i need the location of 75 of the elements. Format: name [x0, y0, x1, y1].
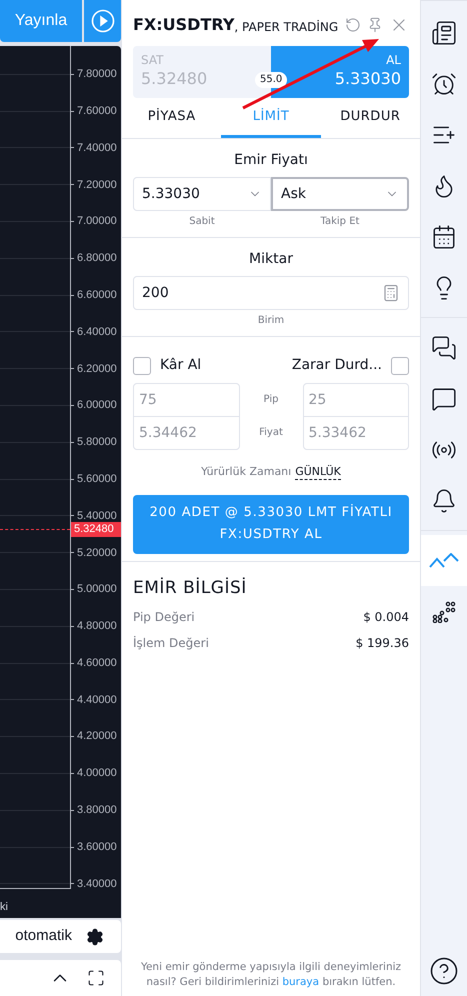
play-icon	[90, 9, 114, 33]
price-input[interactable]: 5.33462	[304, 417, 408, 449]
price-scale-label: 4.40000	[77, 692, 117, 708]
price-select[interactable]: Ask	[271, 177, 409, 211]
price-scale-label: 3.60000	[77, 840, 117, 855]
price-scale-label: 4.20000	[77, 729, 117, 744]
price-scale-label: 7.20000	[77, 178, 117, 193]
info-label: İşlem Değeri	[133, 635, 209, 652]
quantity-label: Miktar	[249, 250, 293, 269]
calendar-icon	[431, 224, 457, 250]
row-label: Fiyat	[258, 426, 284, 440]
pin-icon[interactable]	[367, 17, 383, 33]
price-scale-label: 4.60000	[77, 656, 117, 671]
price-scale-label: 5.60000	[77, 472, 117, 487]
price-select[interactable]: 5.33030	[133, 177, 271, 211]
publish-button[interactable]: Yayınla	[0, 0, 82, 42]
price-scale-label: 5.40000	[77, 508, 117, 524]
checkbox-label: Kâr Al	[160, 356, 202, 375]
pip-input[interactable]: 25	[304, 384, 408, 417]
price-scale-label: 7.60000	[77, 104, 117, 119]
field-caption: Birim	[258, 314, 284, 328]
chat-bubble-icon	[431, 386, 457, 412]
order-price-label: Emir Fiyatı	[234, 151, 308, 170]
account-name: , PAPER TRADİNG	[234, 20, 338, 36]
field-caption: Takip Et	[320, 215, 360, 229]
info-value: $ 0.004	[363, 609, 409, 626]
bell-icon	[431, 488, 457, 514]
chat-bubbles-icon	[431, 334, 457, 360]
help-icon[interactable]	[429, 956, 459, 986]
price-scale-label: 7.80000	[77, 67, 117, 82]
price-scale-label: 3.40000	[77, 876, 117, 888]
price-scale-label: 5.00000	[77, 582, 117, 598]
order-type-tab[interactable]: PİYASA	[122, 98, 222, 138]
pip-input[interactable]: 75	[134, 384, 238, 417]
field-caption: Sabit	[189, 215, 215, 229]
row-label: Pip	[262, 393, 280, 407]
calculator-icon[interactable]	[382, 284, 400, 302]
alarm-clock-icon	[431, 70, 457, 96]
price-scale-label: 6.80000	[77, 251, 117, 266]
price-scale-label: 6.20000	[77, 362, 117, 377]
price-scale-label: 7.40000	[77, 140, 117, 156]
checkbox-label: Zarar Durd...	[292, 356, 382, 375]
dots-icon	[432, 600, 456, 622]
price-scale-label: 6.60000	[77, 288, 117, 303]
checkbox[interactable]	[391, 356, 409, 374]
list-icon	[431, 20, 457, 46]
feedback-link[interactable]: buraya	[282, 976, 320, 988]
fullscreen-icon[interactable]	[87, 969, 105, 987]
price-scale-label: 7.00000	[77, 214, 117, 230]
price-input[interactable]: 5.34462	[134, 417, 238, 449]
checkbox[interactable]	[133, 356, 151, 374]
chart-footer-text: ki	[0, 901, 8, 913]
reset-icon[interactable]	[345, 17, 361, 33]
info-value: $ 199.36	[356, 635, 409, 652]
zigzag-icon	[429, 552, 459, 568]
info-label: Pip Değeri	[133, 609, 195, 626]
price-scale-label: 6.40000	[77, 324, 117, 340]
validity-link[interactable]: GÜNLÜK	[295, 464, 341, 480]
validity-label: Yürürlük Zamanı	[201, 464, 292, 480]
last-price-label: 5.32480	[71, 522, 121, 537]
price-scale-label: 6.00000	[77, 398, 117, 414]
order-type-tab[interactable]: DURDUR	[320, 98, 420, 138]
submit-order-button[interactable]: 200 ADET @ 5.33030 LMT FİYATLI FX:USDTRY AL	[133, 494, 409, 554]
price-scale-label: 5.20000	[77, 546, 117, 560]
spread-badge: 55.0	[255, 72, 288, 88]
order-type-tab[interactable]: LİMİT	[221, 98, 321, 138]
play-button[interactable]	[84, 0, 121, 42]
price-scale-label: 4.00000	[77, 766, 117, 782]
order-info-title: EMİR BİLGİSİ	[133, 576, 248, 600]
price-scale-label: 4.80000	[77, 619, 117, 634]
quantity-field[interactable]: 200	[133, 276, 409, 310]
feedback-text: Yeni emir gönderme yapısıyla ilgili deneyimleriniz nasıl? Geri bildirimlerinizi buraya bırakın lütfen.	[140, 960, 402, 990]
symbol-title: FX:USDTRY	[133, 14, 234, 36]
price-scale-label: 5.80000	[77, 435, 117, 450]
price-scale-label: 3.80000	[77, 803, 117, 818]
